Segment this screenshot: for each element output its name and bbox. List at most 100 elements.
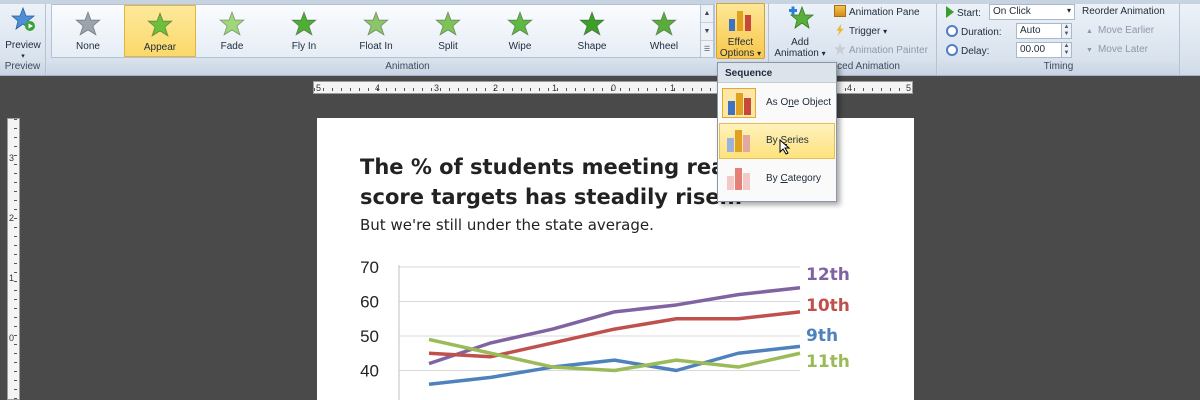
ruler-number: 0 — [9, 333, 15, 343]
animation-gallery-scroll[interactable]: ▲ ▼ ☰ — [700, 4, 714, 58]
start-play-icon — [946, 6, 954, 18]
animation-none-button[interactable]: None — [52, 5, 124, 57]
wipe-star-icon — [507, 11, 533, 36]
ruler-tick — [14, 263, 17, 264]
by-category-icon — [722, 164, 756, 194]
series-line-10th[interactable] — [428, 310, 801, 359]
ruler-number: 1 — [552, 83, 558, 93]
ruler-tick — [14, 290, 17, 291]
ruler-number: 4 — [847, 83, 853, 93]
animation-shape-button[interactable]: Shape — [556, 5, 628, 57]
move-earlier-button[interactable]: ▲ Move Earlier — [1086, 25, 1154, 43]
ruler-number: 2 — [493, 83, 499, 93]
start-dropdown-arrow[interactable]: ▾ — [1067, 6, 1071, 15]
vertical-ruler[interactable]: 3 2 1 0 — [7, 118, 20, 400]
ruler-tick — [14, 209, 17, 210]
preview-label: Preview — [5, 40, 41, 51]
gallery-up-icon[interactable]: ▲ — [701, 5, 713, 23]
ruler-tick — [14, 353, 17, 354]
preview-button[interactable]: Preview ▾ — [2, 5, 44, 60]
preview-star-icon — [11, 7, 36, 31]
ruler-tick — [323, 88, 324, 91]
ruler-number: 3 — [9, 153, 15, 163]
gallery-more-icon[interactable]: ☰ — [701, 41, 713, 59]
effect-options-dropdown: Sequence As One Object By Series By Cate… — [717, 62, 837, 202]
ruler-tick — [422, 88, 423, 91]
ruler-tick — [350, 88, 351, 91]
duration-label: Duration: — [946, 25, 1002, 43]
animation-appear-button[interactable]: Appear — [124, 5, 196, 57]
animation-appear-label: Appear — [143, 42, 177, 53]
animation-none-label: None — [76, 41, 100, 52]
fade-star-icon — [219, 11, 245, 36]
trigger-label: Trigger — [849, 26, 881, 37]
ruler-tick — [14, 272, 17, 273]
by-category-label: By Category — [766, 173, 822, 184]
ruler-tick — [14, 362, 17, 363]
ruler-tick — [431, 88, 432, 91]
reorder-animation-title: Reorder Animation — [1082, 6, 1165, 17]
ruler-tick — [14, 146, 17, 147]
y-tick-label: 40 — [360, 362, 379, 381]
animation-painter-button[interactable]: Animation Painter — [834, 43, 928, 61]
ruler-tick — [521, 88, 522, 91]
ruler-tick — [14, 191, 17, 192]
ruler-tick — [14, 119, 17, 120]
ruler-tick — [14, 137, 17, 138]
animation-fly-in-button[interactable]: Fly In — [268, 5, 340, 57]
ruler-tick — [14, 155, 17, 156]
delay-input[interactable]: 00.00 — [1016, 42, 1062, 58]
animation-split-button[interactable]: Split — [412, 5, 484, 57]
ruler-tick — [602, 88, 603, 91]
sequence-by-category[interactable]: By Category — [719, 161, 835, 197]
move-later-button[interactable]: ▼ Move Later — [1086, 44, 1148, 62]
ruler-tick — [14, 254, 17, 255]
ruler-tick — [557, 88, 558, 91]
duration-spinner[interactable]: ▲ ▼ — [1061, 23, 1072, 39]
ruler-tick — [458, 88, 459, 91]
gallery-down-icon[interactable]: ▼ — [701, 23, 713, 41]
ruler-tick — [14, 245, 17, 246]
duration-input[interactable]: Auto — [1016, 23, 1062, 39]
sequence-as-one-object[interactable]: As One Object — [719, 85, 835, 121]
line-chart[interactable]: 70 60 50 40 12th 10th 9th 11th — [347, 248, 887, 400]
ruler-tick — [395, 88, 396, 91]
start-select[interactable]: On Click ▾ — [989, 4, 1075, 20]
ruler-tick — [14, 299, 17, 300]
series-label-12th: 12th — [806, 265, 850, 285]
effect-options-label-2: Options ▾ — [719, 48, 762, 59]
ruler-tick — [14, 218, 17, 219]
start-label: Start: — [946, 6, 981, 24]
delay-label: Delay: — [946, 44, 989, 62]
add-animation-button[interactable]: Add Animation ▾ — [772, 2, 828, 59]
preview-group: Preview ▾ Preview — [0, 3, 46, 75]
ruler-tick — [314, 88, 315, 91]
sequence-by-series[interactable]: By Series — [719, 123, 835, 159]
animation-wheel-label: Wheel — [649, 41, 679, 52]
animation-group-label: Animation — [47, 61, 768, 75]
split-star-icon — [435, 11, 461, 36]
animation-fade-button[interactable]: Fade — [196, 5, 268, 57]
animation-wheel-button[interactable]: Wheel — [628, 5, 700, 57]
ruler-tick — [368, 88, 369, 91]
ruler-tick — [14, 182, 17, 183]
delay-spinner[interactable]: ▲ ▼ — [1061, 42, 1072, 58]
trigger-button[interactable]: Trigger ▾ — [834, 24, 887, 42]
ruler-tick — [548, 88, 549, 91]
ruler-tick — [467, 88, 468, 91]
ruler-tick — [341, 88, 342, 91]
animation-float-in-button[interactable]: Float In — [340, 5, 412, 57]
mouse-cursor-icon — [779, 139, 791, 155]
slide-subtitle[interactable]: But we're still under the state average. — [360, 216, 654, 234]
ruler-tick — [863, 88, 864, 91]
animation-wipe-label: Wipe — [508, 41, 532, 52]
wheel-star-icon — [651, 11, 677, 36]
trigger-arrow: ▾ — [883, 27, 888, 36]
ruler-number: 5 — [316, 83, 322, 93]
y-tick-label: 60 — [360, 293, 379, 312]
ruler-tick — [683, 88, 684, 91]
animation-pane-button[interactable]: Animation Pane — [834, 5, 920, 23]
animation-wipe-button[interactable]: Wipe — [484, 5, 556, 57]
shape-star-icon — [579, 11, 605, 36]
effect-options-button[interactable]: Effect Options ▾ — [716, 3, 765, 59]
